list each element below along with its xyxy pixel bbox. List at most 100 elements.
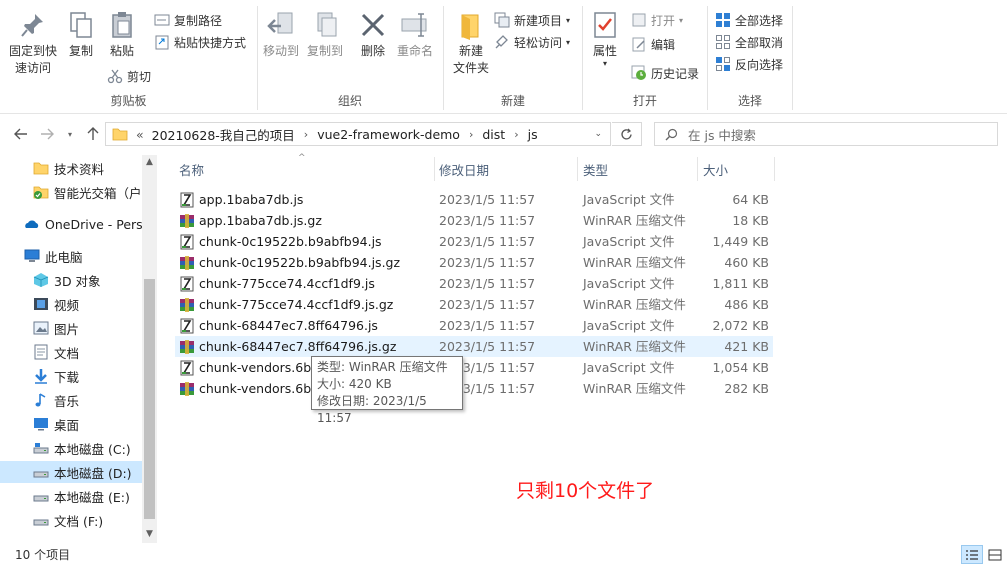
nav-pane-scrollbar[interactable]: ▲ ▼ [142, 155, 157, 543]
file-date-cell: 2023/1/5 11:57 [439, 234, 536, 249]
nav-item-onedrive[interactable]: OneDrive - Perso [0, 213, 142, 235]
open-button[interactable]: 打开 ▾ [631, 10, 683, 30]
file-row[interactable]: chunk-68447ec7.8ff64796.js 2023/1/5 11:5… [175, 315, 773, 336]
file-row[interactable]: chunk-775cce74.4ccf1df9.js 2023/1/5 11:5… [175, 273, 773, 294]
up-button[interactable] [84, 124, 102, 144]
column-divider[interactable] [697, 157, 698, 181]
new-item-button[interactable]: 新建项目 ▾ [494, 10, 570, 30]
column-divider[interactable] [577, 157, 578, 181]
move-to-icon [267, 12, 293, 34]
column-header-label: 名称 [179, 162, 205, 178]
nav-item-downloads[interactable]: 下载 [0, 365, 142, 387]
recent-locations-button[interactable]: ▾ [64, 124, 76, 144]
nav-item-music[interactable]: 音乐 [0, 389, 142, 411]
nav-item-desktop[interactable]: 桌面 [0, 413, 142, 435]
file-row[interactable]: chunk-775cce74.4ccf1df9.js.gz 2023/1/5 1… [175, 294, 773, 315]
nav-item-this-pc[interactable]: 此电脑 [0, 245, 142, 267]
file-name: chunk-775cce74.4ccf1df9.js [199, 276, 375, 291]
breadcrumb-item[interactable]: js [528, 127, 538, 142]
cut-button[interactable]: 剪切 [107, 66, 151, 86]
copy-button[interactable]: 复制 [64, 10, 98, 60]
file-name-cell: chunk-68447ec7.8ff64796.js.gz [179, 336, 396, 357]
file-row[interactable]: app.1baba7db.js 2023/1/5 11:57 JavaScrip… [175, 189, 773, 210]
search-placeholder: 在 js 中搜索 [688, 127, 756, 143]
file-row[interactable]: chunk-0c19522b.b9abfb94.js.gz 2023/1/5 1… [175, 252, 773, 273]
forward-button[interactable] [38, 124, 56, 144]
move-to-button[interactable]: 移动到 [260, 10, 302, 60]
rename-button[interactable]: 重命名 [394, 10, 436, 60]
open-group: 属性 ▾ 打开 ▾ 编辑 历史记录 打开 [583, 0, 707, 114]
nav-item-drive-d[interactable]: 本地磁盘 (D:) [0, 461, 142, 483]
breadcrumb-chevron-icon[interactable]: › [514, 128, 518, 141]
scissors-icon [107, 69, 123, 84]
file-row[interactable]: app.1baba7db.js.gz 2023/1/5 11:57 WinRAR… [175, 210, 773, 231]
invert-selection-button[interactable]: 反向选择 [715, 54, 783, 74]
paste-shortcut-button[interactable]: 粘贴快捷方式 [154, 32, 246, 52]
back-button[interactable] [12, 124, 30, 144]
copy-to-button[interactable]: 复制到 [304, 10, 346, 60]
properties-button[interactable]: 属性 ▾ [589, 10, 621, 68]
column-divider[interactable] [774, 157, 775, 181]
nav-item-smart-box[interactable]: 智能光交箱（户外 [0, 181, 142, 203]
paste-button[interactable]: 粘贴 [104, 10, 140, 60]
scroll-down-arrow-icon[interactable]: ▼ [142, 527, 157, 541]
column-header-name[interactable]: 名称 [179, 155, 429, 183]
address-bar[interactable]: « 20210628-我自己的项目 › vue2-framework-demo … [105, 122, 611, 146]
column-header-size[interactable]: 大小 [703, 155, 773, 183]
breadcrumb-overflow[interactable]: « [136, 127, 144, 142]
file-row[interactable]: chunk-vendors.6b6 2023/1/5 11:57 JavaScr… [175, 357, 773, 378]
easy-access-button[interactable]: 轻松访问 ▾ [494, 32, 570, 52]
nav-item-pictures[interactable]: 图片 [0, 317, 142, 339]
drive-icon [33, 495, 49, 502]
nav-item-drive-c[interactable]: 本地磁盘 (C:) [0, 437, 142, 459]
large-icons-view-button[interactable] [984, 545, 1006, 564]
details-view-icon [966, 549, 978, 560]
pin-quick-access-button[interactable]: 固定到快 速访问 [6, 10, 60, 77]
breadcrumb-chevron-icon[interactable]: › [469, 128, 473, 141]
scroll-up-arrow-icon[interactable]: ▲ [142, 155, 157, 169]
search-box[interactable]: 在 js 中搜索 [654, 122, 998, 146]
select-all-button[interactable]: 全部选择 [715, 10, 783, 30]
nav-item-tech-docs[interactable]: 技术资料 [0, 157, 142, 179]
scrollbar-thumb[interactable] [144, 279, 155, 519]
large-icons-view-icon [988, 549, 1002, 560]
breadcrumb-chevron-icon[interactable]: › [304, 128, 308, 141]
nav-item-label: 技术资料 [54, 161, 105, 177]
breadcrumb-item[interactable]: vue2-framework-demo [317, 127, 460, 142]
file-row[interactable]: chunk-0c19522b.b9abfb94.js 2023/1/5 11:5… [175, 231, 773, 252]
js-file-icon [179, 360, 195, 376]
column-divider[interactable] [434, 157, 435, 181]
file-info-tooltip: 类型: WinRAR 压缩文件 大小: 420 KB 修改日期: 2023/1/… [311, 356, 463, 425]
edit-pencil-icon [632, 37, 645, 52]
file-date-cell: 2023/1/5 11:57 [439, 192, 536, 207]
delete-button[interactable]: 删除 [356, 10, 390, 60]
file-date-cell: 2023/1/5 11:57 [439, 213, 536, 228]
rename-icon [401, 13, 427, 37]
nav-item-drive-f[interactable]: 文档 (F:) [0, 509, 142, 531]
properties-label: 属性 [592, 44, 617, 58]
file-name: chunk-775cce74.4ccf1df9.js.gz [199, 297, 394, 312]
clipboard-group-label: 剪贴板 [110, 94, 147, 108]
breadcrumb-item[interactable]: 20210628-我自己的项目 [152, 125, 295, 144]
file-date-cell: 2023/1/5 11:57 [439, 339, 536, 354]
details-view-button[interactable] [961, 545, 983, 564]
nav-item-videos[interactable]: 视频 [0, 293, 142, 315]
history-label: 历史记录 [651, 66, 700, 81]
column-header-date[interactable]: 修改日期 [439, 155, 569, 183]
select-none-button[interactable]: 全部取消 [715, 32, 783, 52]
edit-button[interactable]: 编辑 [631, 34, 675, 54]
file-row[interactable]: chunk-vendors.6b6 2023/1/5 11:57 WinRAR … [175, 378, 773, 399]
file-size-cell: 2,072 KB [712, 318, 769, 333]
refresh-button[interactable] [612, 122, 642, 146]
column-header-type[interactable]: 类型 [583, 155, 693, 183]
nav-item-documents[interactable]: 文档 [0, 341, 142, 363]
copy-icon [70, 12, 92, 38]
breadcrumb-item[interactable]: dist [482, 127, 505, 142]
nav-item-drive-e[interactable]: 本地磁盘 (E:) [0, 485, 142, 507]
new-folder-button[interactable]: 新建 文件夹 [448, 10, 494, 77]
history-button[interactable]: 历史记录 [631, 63, 699, 83]
file-row[interactable]: chunk-68447ec7.8ff64796.js.gz 2023/1/5 1… [175, 336, 773, 357]
nav-item-3d-objects[interactable]: 3D 对象 [0, 269, 142, 291]
copy-path-button[interactable]: 复制路径 [154, 10, 222, 30]
address-dropdown-icon[interactable]: ⌄ [594, 129, 602, 139]
